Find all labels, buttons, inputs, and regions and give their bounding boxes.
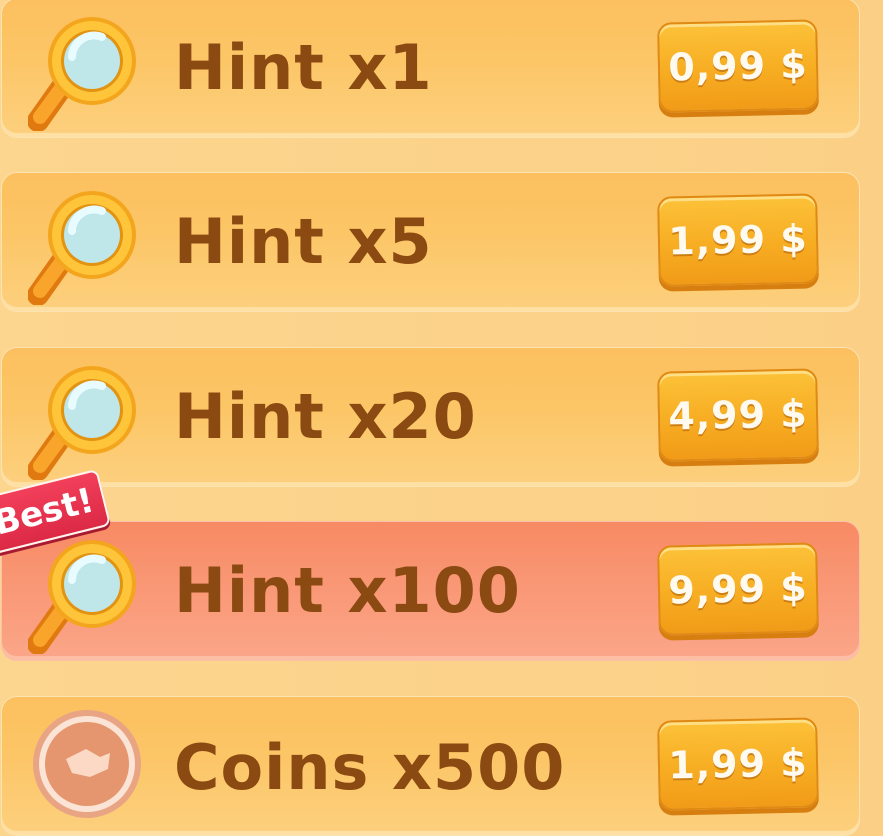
shop-item-hint-x100[interactable]: Hint x100 9,99 $ — [1, 521, 860, 661]
item-label: Hint x20 — [174, 380, 477, 453]
price-button[interactable]: 9,99 $ — [657, 542, 819, 636]
price-button[interactable]: 1,99 $ — [657, 717, 819, 811]
shop-item-hint-x5[interactable]: Hint x5 1,99 $ — [1, 172, 860, 312]
magnifier-icon — [28, 366, 136, 480]
price-button[interactable]: 0,99 $ — [657, 19, 819, 113]
item-label: Coins x500 — [174, 731, 566, 804]
magnifier-icon — [28, 17, 136, 131]
shop-item-hint-x1[interactable]: Hint x1 0,99 $ — [1, 0, 860, 138]
shop-item-hint-x20[interactable]: Hint x20 4,99 $ — [1, 347, 860, 487]
item-label: Hint x5 — [174, 205, 433, 278]
magnifier-icon — [28, 191, 136, 305]
item-label: Hint x100 — [174, 554, 521, 627]
coin-icon — [33, 710, 141, 818]
price-button[interactable]: 4,99 $ — [657, 368, 819, 462]
shop-item-coins-x500[interactable]: Coins x500 1,99 $ — [1, 696, 860, 836]
item-label: Hint x1 — [174, 31, 433, 104]
price-button[interactable]: 1,99 $ — [657, 193, 819, 287]
magnifier-icon — [28, 540, 136, 654]
